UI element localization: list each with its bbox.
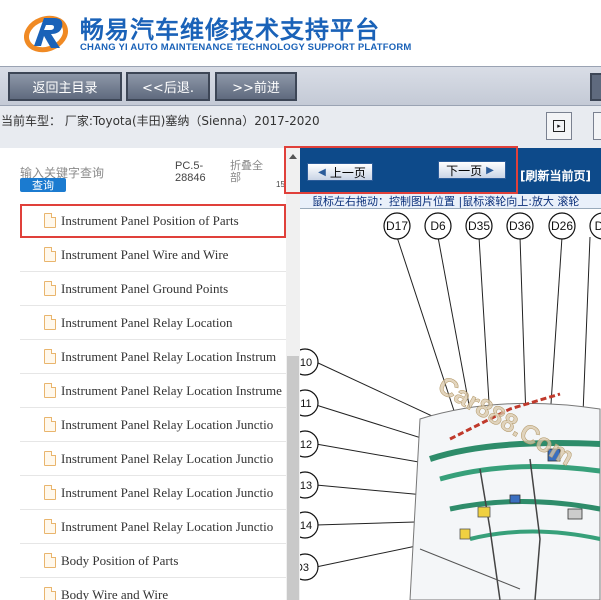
connector-bubble[interactable]: D35 [465,212,493,240]
svg-text:D11: D11 [300,398,312,410]
pc-code: PC.5-28846 [175,160,206,184]
connector-bubble[interactable]: D12 [300,430,319,458]
svg-text:D12: D12 [300,439,312,451]
connector-bubble[interactable]: D17 [383,212,411,240]
document-icon [44,485,56,500]
connector-bubble[interactable]: D26 [548,212,576,240]
svg-text:D6: D6 [430,219,446,233]
panel-edge-button[interactable] [593,112,601,140]
back-button[interactable]: <<后退. [126,72,210,101]
document-icon [44,247,56,262]
connector-bubble[interactable]: D36 [506,212,534,240]
list-item[interactable]: Body Position of Parts [20,544,286,578]
scrollbar-thumb[interactable] [287,356,299,600]
collapse-all-link[interactable]: 折叠全部 [230,160,268,184]
document-icon [44,213,56,228]
top-connectors: D17 D6 D35 D36 D26 D [383,212,601,240]
svg-text:D3: D3 [300,562,309,574]
search-button[interactable]: 查询 [20,178,66,192]
document-list: Instrument Panel Position of Parts Instr… [20,204,286,600]
svg-text:D36: D36 [509,219,531,233]
document-icon [44,553,56,568]
document-icon [44,417,56,432]
current-model-text: 当前车型： 厂家:Toyota(丰田)塞纳（Sienna）2017-2020 [1,114,320,128]
list-item[interactable]: Instrument Panel Relay Location Junctio [20,408,286,442]
connector-bubble[interactable]: D3 [300,553,319,581]
left-panel: 输入关键字查询 查询 PC.5-28846 折叠全部 15 Instrument… [0,148,286,600]
brand-subtitle: CHANG YI AUTO MAINTENANCE TECHNOLOGY SUP… [80,42,412,53]
list-item[interactable]: Body Wire and Wire [20,578,286,600]
list-item[interactable]: Instrument Panel Relay Location Instrum [20,340,286,374]
toggle-panel-button[interactable]: ▸ [546,112,572,140]
document-icon [44,383,56,398]
wiring-diagram[interactable]: Car888.Com D17 D6 D35 D36 D26 D D10 D11 … [300,209,601,600]
svg-text:D: D [595,219,601,233]
hint-text: 鼠标左右拖动：控制图片位置 |鼠标滚轮向上:放大 滚轮 [312,195,580,208]
connector-bubble[interactable]: D6 [424,212,452,240]
list-item[interactable]: Instrument Panel Relay Location Junctio [20,510,286,544]
svg-text:D14: D14 [300,520,312,532]
svg-text:D10: D10 [300,357,312,369]
pagination-highlight [284,146,518,194]
connector-bubble[interactable]: D13 [300,471,319,499]
list-item[interactable]: Instrument Panel Relay Location Junctio [20,476,286,510]
document-icon [44,451,56,466]
svg-text:D35: D35 [468,219,490,233]
connector-bubble[interactable]: D11 [300,389,319,417]
diagram-viewer: ◀ 上一页 下一页 ▶ [刷新当前页] 鼠标左右拖动：控制图片位置 |鼠标滚轮向上:… [300,148,601,600]
list-item[interactable]: Instrument Panel Relay Location [20,306,286,340]
current-model-bar: 当前车型： 厂家:Toyota(丰田)塞纳（Sienna）2017-2020 [0,106,601,148]
document-icon [44,587,56,600]
svg-text:D26: D26 [551,219,573,233]
document-icon [44,315,56,330]
header: 畅易汽车维修技术支持平台 CHANG YI AUTO MAINTENANCE T… [0,0,601,66]
list-item[interactable]: Instrument Panel Ground Points [20,272,286,306]
logo [24,15,68,53]
document-icon [44,349,56,364]
connector-bubble[interactable]: D14 [300,511,319,539]
svg-text:D17: D17 [386,219,408,233]
list-scrollbar[interactable] [286,148,300,600]
panel-icon: ▸ [553,120,565,132]
list-item[interactable]: Instrument Panel Relay Location Instrume [20,374,286,408]
list-item[interactable]: Instrument Panel Position of Parts [20,204,286,238]
connector-bubble[interactable]: D10 [300,348,319,376]
forward-button[interactable]: >>前进 [215,72,297,101]
home-button[interactable]: 返回主目录 [8,72,122,101]
list-item[interactable]: Instrument Panel Wire and Wire [20,238,286,272]
left-connectors: D10 D11 D12 D13 D14 D3 [300,348,319,581]
refresh-page-link[interactable]: [刷新当前页] [520,167,591,184]
document-icon [44,281,56,296]
brand-title: 畅易汽车维修技术支持平台 [80,16,380,44]
svg-text:D13: D13 [300,480,312,492]
toolbar: 返回主目录 <<后退. >>前进 [0,66,601,106]
toolbar-edge-button[interactable] [590,73,601,101]
document-icon [44,519,56,534]
list-item[interactable]: Instrument Panel Relay Location Junctio [20,442,286,476]
connector-bubble[interactable]: D [589,212,601,240]
